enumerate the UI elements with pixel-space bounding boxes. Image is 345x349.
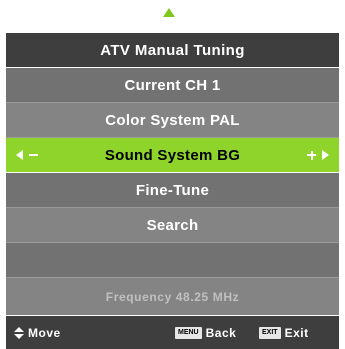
exit-hint[interactable]: EXIT Exit xyxy=(259,316,309,349)
atv-manual-tuning-menu: ATV Manual Tuning Current CH 1 Color Sys… xyxy=(6,33,339,349)
up-down-arrows-icon xyxy=(14,326,24,339)
minus-icon xyxy=(29,154,38,156)
increase-control[interactable] xyxy=(307,138,329,172)
move-label: Move xyxy=(28,325,61,340)
exit-key-icon: EXIT xyxy=(259,326,281,339)
move-hint: Move xyxy=(14,316,61,349)
menu-key-icon: MENU xyxy=(175,326,202,339)
scroll-up-icon[interactable] xyxy=(163,8,175,17)
menu-item-empty xyxy=(6,243,339,277)
back-label: Back xyxy=(205,325,237,340)
exit-label: Exit xyxy=(284,325,309,340)
frequency-readout: Frequency 48.25 MHz xyxy=(6,278,339,315)
plus-icon xyxy=(307,150,316,160)
menu-item-sound-system[interactable]: Sound System BG xyxy=(6,138,339,172)
menu-title: ATV Manual Tuning xyxy=(6,33,339,67)
menu-item-current-ch[interactable]: Current CH 1 xyxy=(6,68,339,102)
menu-item-color-system[interactable]: Color System PAL xyxy=(6,103,339,137)
arrow-left-icon xyxy=(16,150,23,160)
menu-item-fine-tune[interactable]: Fine-Tune xyxy=(6,173,339,207)
menu-item-search[interactable]: Search xyxy=(6,208,339,242)
back-hint[interactable]: MENU Back xyxy=(175,316,236,349)
decrease-control[interactable] xyxy=(16,138,38,172)
arrow-right-icon xyxy=(322,150,329,160)
footer-bar: Move MENU Back EXIT Exit xyxy=(6,316,339,349)
sound-system-label: Sound System BG xyxy=(104,146,241,164)
